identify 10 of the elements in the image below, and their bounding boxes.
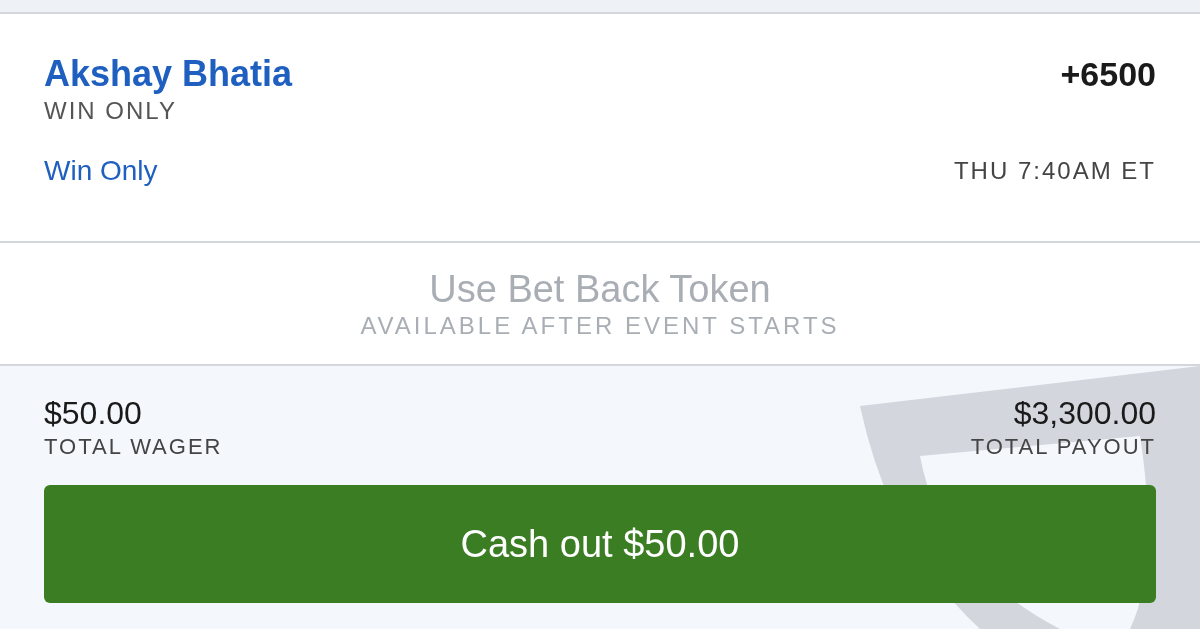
- total-wager-amount: $50.00: [44, 394, 143, 432]
- selection-name: Akshay Bhatia: [44, 52, 293, 96]
- odds: +6500: [1060, 54, 1156, 95]
- total-wager-label: TOTAL WAGER: [44, 433, 223, 461]
- total-payout-label: TOTAL PAYOUT: [970, 433, 1156, 461]
- market-label: WIN ONLY: [44, 96, 178, 126]
- total-payout-amount: $3,300.00: [1013, 394, 1156, 432]
- bet-type-link[interactable]: Win Only: [44, 150, 158, 192]
- cash-out-button[interactable]: Cash out $50.00: [44, 485, 1156, 603]
- start-time: THU 7:40AM ET: [953, 156, 1156, 186]
